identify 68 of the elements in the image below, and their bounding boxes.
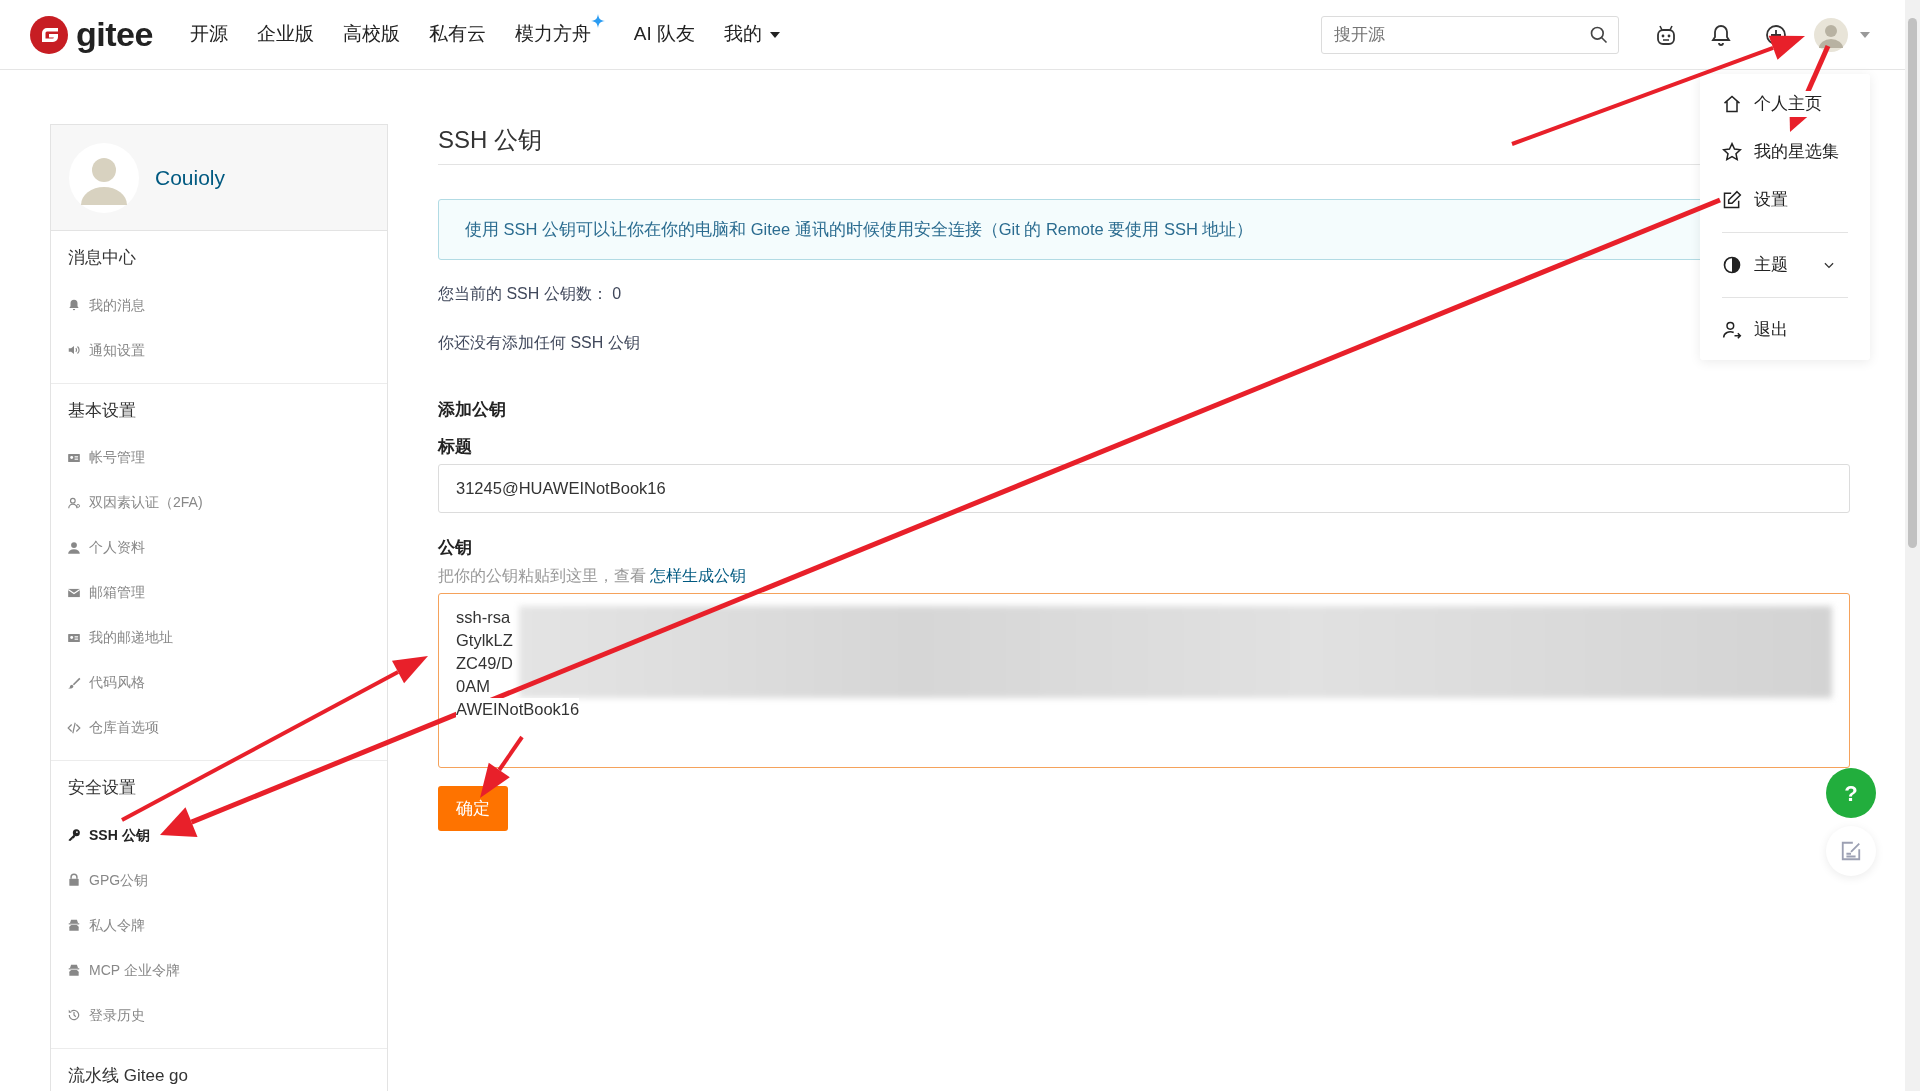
hint-text: 把你的公钥粘贴到这里，查看 怎样生成公钥 [438, 567, 747, 585]
star-icon [1722, 142, 1742, 162]
search-field[interactable]: 搜开源 [1321, 15, 1619, 54]
user-name[interactable]: Couioly [155, 161, 226, 194]
caret-icon [770, 32, 781, 39]
section-heading: 安全设置 [68, 777, 137, 799]
logo-text[interactable]: gitee [76, 9, 153, 60]
nav-link[interactable]: 模力方舟 [514, 14, 605, 49]
home-icon [1722, 94, 1742, 114]
field-label: 标题 [438, 436, 473, 459]
search-icon [1589, 24, 1609, 45]
sidebar-item[interactable]: 我的消息 [67, 282, 370, 328]
avatar[interactable] [1814, 17, 1848, 52]
caret-icon [1860, 31, 1870, 38]
sidebar-item[interactable]: 帐号管理 [67, 435, 370, 480]
sidebar-item[interactable]: 我的邮递地址 [67, 615, 370, 660]
sidebar-item[interactable]: 邮箱管理 [67, 570, 370, 615]
nav-link[interactable]: 我的 [724, 20, 781, 49]
code-icon [67, 720, 81, 735]
nav-link[interactable]: 高校版 [342, 20, 400, 49]
sidebar-item[interactable]: MCP 企业令牌 [67, 947, 370, 993]
sidebar-item[interactable]: 双因素认证（2FA) [67, 480, 370, 525]
section-heading: 流水线 Gitee go [68, 1064, 189, 1087]
menu-item[interactable]: 退出 [1722, 306, 1848, 354]
nav-link[interactable]: AI 队友 [633, 20, 696, 49]
sidebar-item[interactable]: 代码风格 [67, 660, 370, 705]
menu-item[interactable]: 设置 [1722, 176, 1848, 224]
field-label: 公钥 [438, 536, 473, 559]
person-icon [67, 495, 81, 510]
logo-icon[interactable] [30, 15, 68, 54]
form-heading: 添加公钥 [438, 398, 507, 421]
sidebar-item[interactable]: 通知设置 [67, 327, 370, 373]
sidebar-item[interactable]: 私人令牌 [67, 902, 370, 948]
sidebar-item[interactable]: 个人资料 [67, 525, 370, 570]
key-count-text: 您当前的 SSH 公钥数： 0 [438, 283, 623, 304]
scrollbar[interactable] [1905, 0, 1920, 1091]
bell-icon [67, 298, 81, 312]
agent-icon [67, 963, 81, 977]
title-field[interactable]: 31245@HUAWEINotBook16 [438, 463, 1850, 513]
section-heading: 消息中心 [68, 247, 137, 269]
menu-item[interactable]: 主题 [1722, 241, 1848, 289]
contrast-icon [1722, 255, 1742, 275]
brush-icon [67, 675, 81, 690]
speaker-icon [67, 343, 81, 357]
section-heading: 基本设置 [68, 399, 137, 422]
edit-icon [1722, 190, 1742, 210]
menu-item[interactable]: 个人主页 [1722, 80, 1848, 128]
bell-icon [1709, 22, 1733, 47]
nav-link[interactable]: 企业版 [256, 20, 314, 49]
key-field[interactable]: ssh-rsa GtylkLZ ZC49/D 0AM AWEINotBook16 [438, 593, 1850, 769]
sidebar-item[interactable]: GPG公钥 [67, 857, 370, 903]
logout-icon [1722, 320, 1742, 340]
menu-item[interactable]: 我的星选集 [1722, 128, 1848, 176]
sparkle-icon [590, 14, 605, 29]
edit-icon [1840, 840, 1862, 862]
sidebar-item[interactable]: SSH 公钥 [67, 812, 370, 858]
agent-icon [67, 918, 81, 932]
history-icon [67, 1008, 81, 1022]
empty-text: 你还没有添加任何 SSH 公钥 [438, 332, 641, 353]
nav-link[interactable]: 私有云 [428, 20, 486, 49]
sidebar-item[interactable]: 仓库首选项 [67, 705, 370, 750]
lock-icon [67, 873, 81, 887]
nav-link[interactable]: 开源 [189, 20, 228, 49]
person-icon [67, 540, 81, 555]
key-icon [67, 828, 81, 842]
sidebar-item[interactable]: 登录历史 [67, 992, 370, 1038]
help-link[interactable]: 怎样生成公钥 [650, 567, 747, 585]
scrollbar-thumb[interactable] [1908, 18, 1917, 548]
